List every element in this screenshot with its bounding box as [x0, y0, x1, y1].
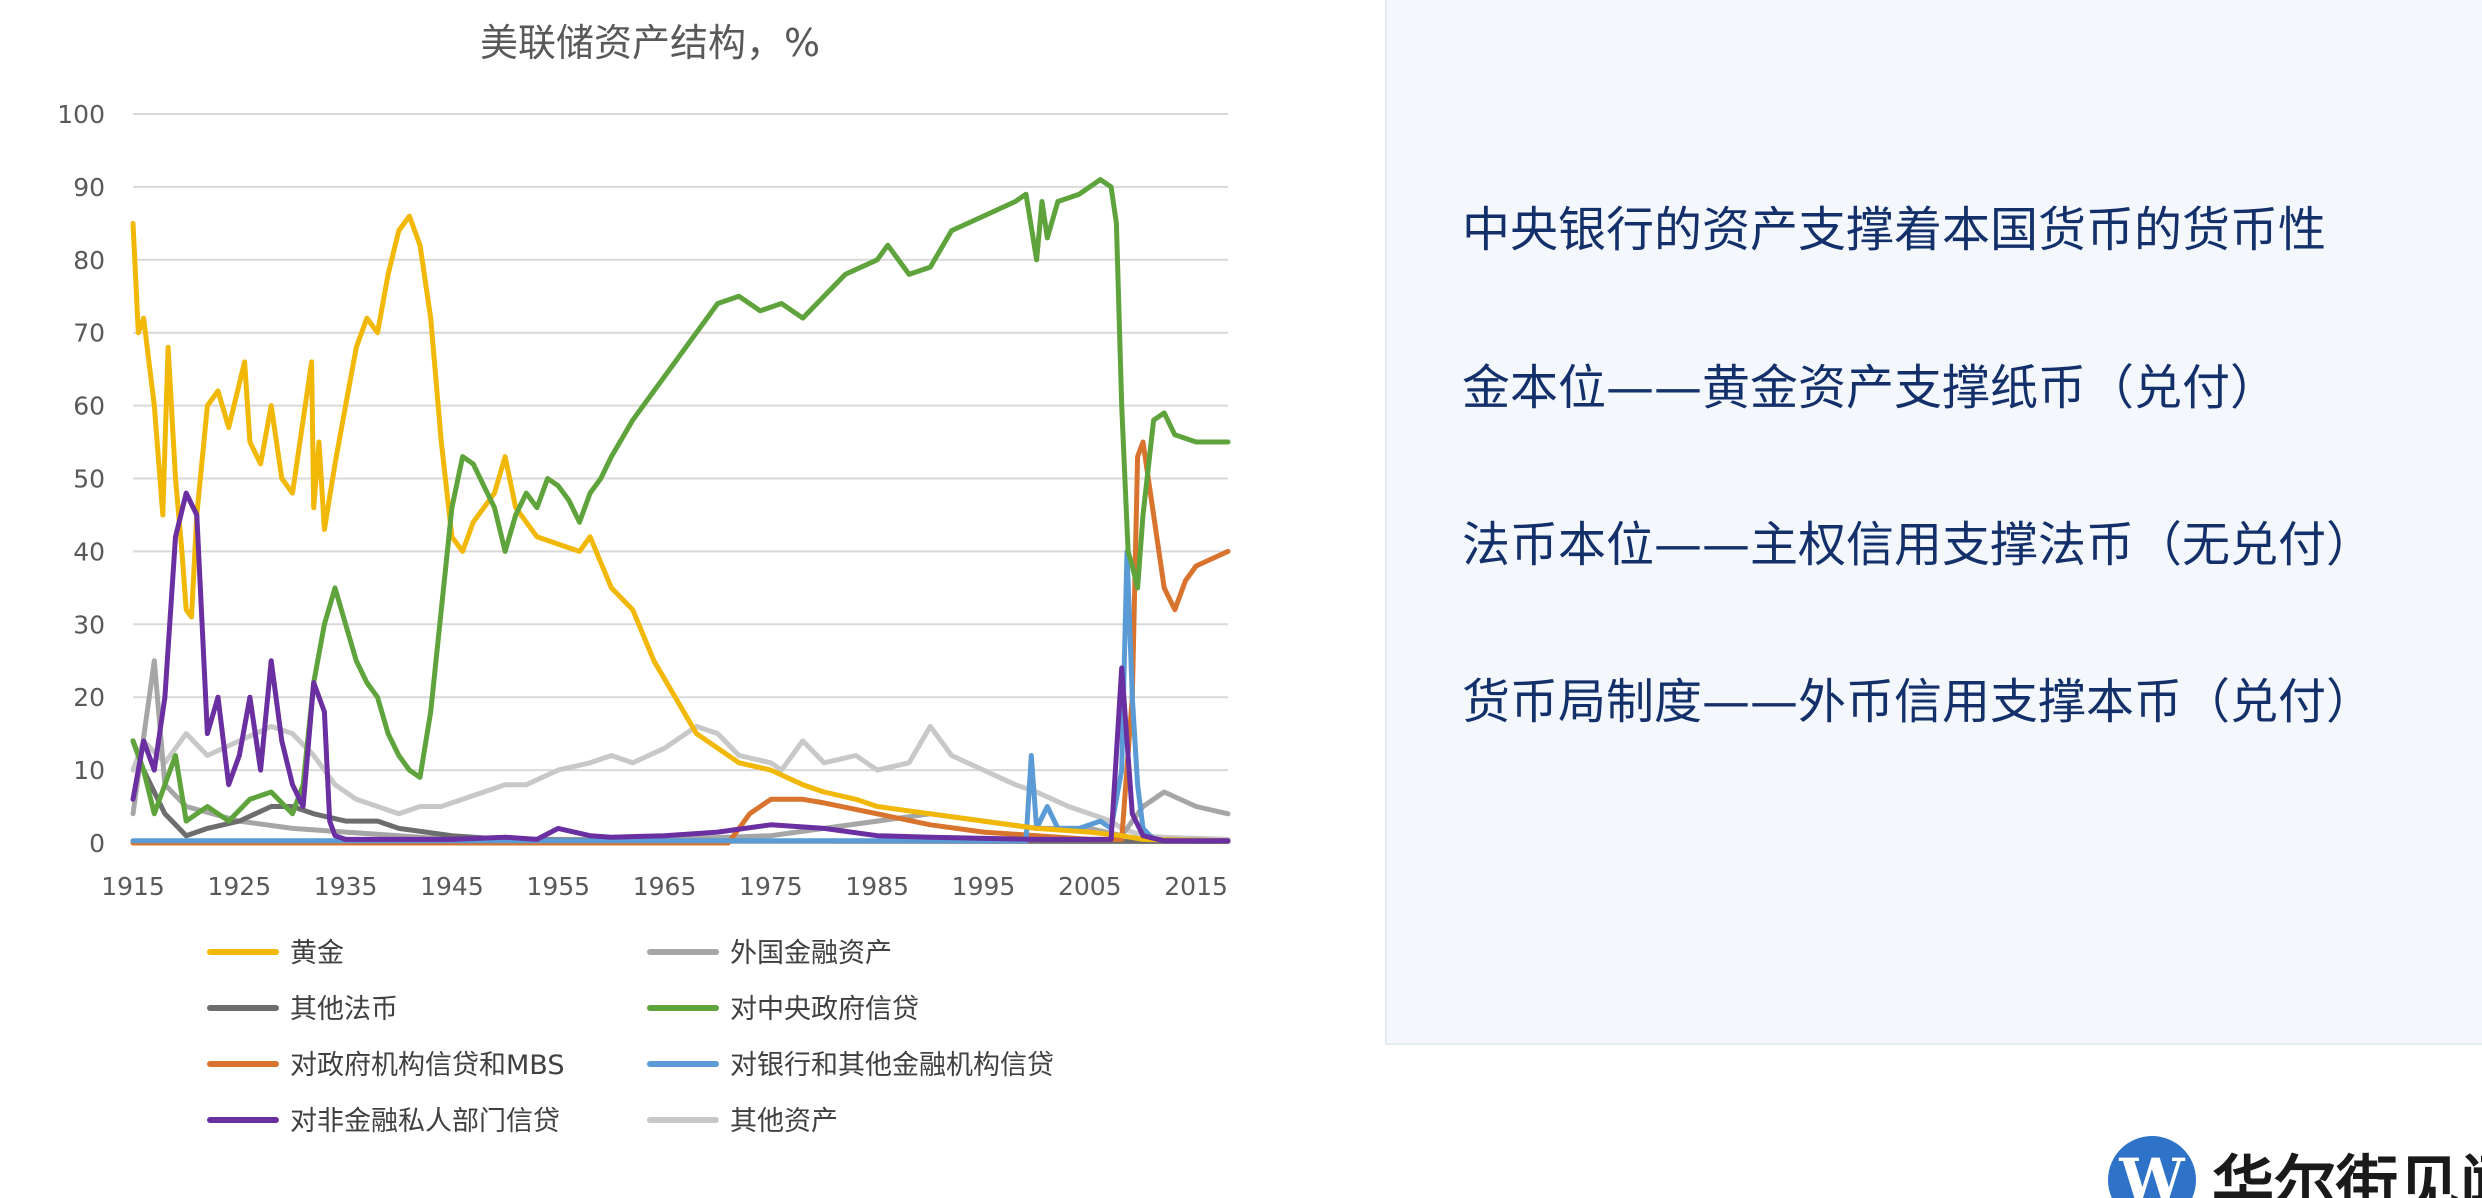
y-tick-label: 10 — [73, 756, 105, 785]
legend-label: 其他资产 — [730, 1106, 838, 1137]
chart-panel: 美联储资产结构，% 0 10 20 30 40 50 60 70 80 90 100 1915 1925 1… — [0, 0, 1300, 1198]
bullet-gold-standard: 金本位——黄金资产支撑纸币（兑付） — [1462, 360, 2279, 416]
y-tick-label: 0 — [89, 829, 105, 858]
series-line — [130, 723, 1231, 842]
y-tick-label: 60 — [73, 392, 105, 421]
chart-title: 美联储资产结构，% — [480, 21, 820, 65]
legend-label: 外国金融资产 — [730, 938, 892, 969]
y-tick-label: 80 — [73, 246, 105, 275]
legend-label: 对中央政府信贷 — [730, 994, 919, 1025]
x-tick-label: 1935 — [314, 872, 378, 901]
series-line — [130, 490, 1231, 844]
brand-watermark: W 华尔街见闻 — [2108, 1130, 2482, 1198]
x-tick-label: 2015 — [1164, 872, 1228, 901]
y-tick-label: 30 — [73, 610, 105, 639]
brand-logo-icon: W — [2108, 1136, 2196, 1198]
x-tick-label: 1945 — [420, 872, 484, 901]
x-tick-label: 2005 — [1058, 872, 1122, 901]
bullet-fiat-standard: 法币本位——主权信用支撑法币（无兑付） — [1462, 517, 2375, 573]
asset-structure-chart: 美联储资产结构，% 0 10 20 30 40 50 60 70 80 90 100 1915 1925 1… — [57, 21, 1231, 1137]
legend-label: 黄金 — [290, 938, 344, 969]
bullet-currency-board: 货币局制度——外币信用支撑本币（兑付） — [1462, 674, 2375, 730]
x-tick-label: 1915 — [101, 872, 165, 901]
y-tick-label: 20 — [73, 683, 105, 712]
legend-label: 其他法币 — [290, 994, 398, 1025]
x-tick-label: 1925 — [207, 872, 271, 901]
legend-label: 对非金融私人部门信贷 — [290, 1106, 560, 1137]
y-tick-label: 70 — [73, 319, 105, 348]
brand-name: 华尔街见闻 — [2212, 1148, 2482, 1198]
y-tick-label: 100 — [57, 100, 105, 129]
legend-label: 对银行和其他金融机构信贷 — [730, 1050, 1054, 1081]
legend-label: 对政府机构信贷和MBS — [290, 1050, 564, 1081]
x-tick-label: 1965 — [633, 872, 697, 901]
series-line — [130, 213, 1231, 844]
x-tick-label: 1975 — [739, 872, 803, 901]
y-tick-label: 50 — [73, 465, 105, 494]
x-tick-label: 1955 — [526, 872, 590, 901]
bullet-central-bank-assets: 中央银行的资产支撑着本国货币的货币性 — [1462, 202, 2327, 258]
x-tick-label: 1985 — [845, 872, 909, 901]
y-tick-label: 90 — [73, 173, 105, 202]
y-tick-label: 40 — [73, 537, 105, 566]
side-panel: 中央银行的资产支撑着本国货币的货币性 金本位——黄金资产支撑纸币（兑付） 法币本… — [1385, 0, 2482, 1045]
x-tick-label: 1995 — [952, 872, 1016, 901]
series-line — [130, 439, 1231, 846]
series-line — [130, 658, 1231, 842]
series-line — [130, 177, 1231, 824]
